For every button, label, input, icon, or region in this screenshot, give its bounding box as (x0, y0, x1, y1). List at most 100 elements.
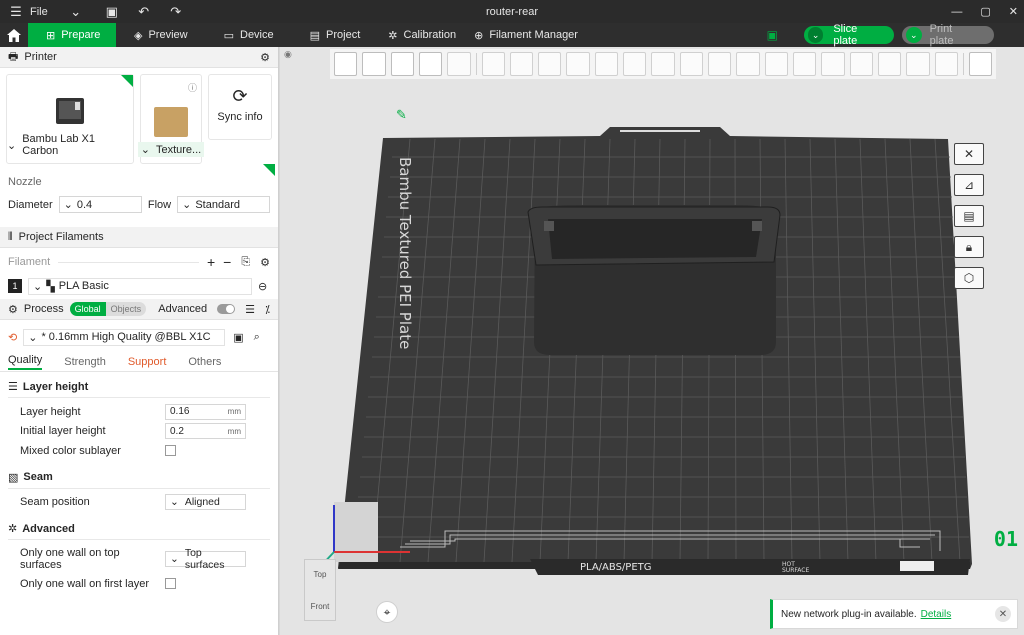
tab-strength[interactable]: Strength (64, 356, 106, 368)
process-subtabs: Quality Strength Support Others (0, 352, 278, 372)
arrange-plate-button[interactable]: ▤ (954, 205, 984, 227)
chevron-down-icon[interactable]: ⌄ (7, 139, 16, 152)
unit-label: mm (227, 426, 241, 436)
scope-toggle[interactable]: Global Objects (69, 302, 147, 316)
printer-model: Bambu Lab X1 Carbon (22, 133, 95, 157)
tab-prepare[interactable]: ⊞ Prepare (28, 23, 116, 47)
lock-plate-button[interactable]: 🔒︎ (954, 236, 984, 258)
layer-height-input[interactable]: 0.16 mm (165, 403, 246, 420)
calibration-icon: ✲ (388, 29, 398, 42)
orient-plate-button[interactable]: ⊿ (954, 174, 984, 196)
home-icon (7, 28, 21, 42)
tab-quality[interactable]: Quality (8, 354, 43, 370)
nozzle-title: Nozzle (8, 176, 42, 188)
tab-project[interactable]: ▤ Project (292, 23, 379, 47)
tab-support[interactable]: Support (128, 356, 167, 368)
section-title: Project Filaments (18, 231, 104, 243)
tab-filament-manager[interactable]: ⊕ Filament Manager (466, 23, 586, 47)
chevron-down-icon[interactable]: ⌄ (68, 4, 84, 20)
project-icon: ▤ (309, 29, 321, 42)
maximize-icon[interactable]: ▢ (980, 5, 990, 18)
scope-global[interactable]: Global (69, 302, 106, 316)
filament-header: Filament + − ⎘ ⚙ (0, 251, 278, 273)
process-section-header: ⚙ Process Global Objects Advanced ☰ ⁒ (0, 299, 278, 320)
plate-settings-button[interactable]: ⬡ (954, 267, 984, 289)
plate-side-tools: ✕ ⊿ ▤ 🔒︎ ⬡ (954, 143, 984, 289)
more-icon[interactable]: ⊖ (258, 280, 267, 293)
filament-sync-icon[interactable]: ⎘ (241, 256, 250, 269)
build-plate-scene[interactable]: Bambu Textured PEI Plate PLA/ABS/PETG HO… (280, 47, 1024, 635)
file-menu[interactable]: ☰ File ⌄ ▣ ↶ ↷ (0, 4, 184, 20)
remove-icon[interactable]: − (223, 254, 231, 270)
view-cube[interactable]: Top Front (304, 559, 336, 621)
info-icon[interactable]: ⓘ (188, 81, 197, 94)
toast-details-link[interactable]: Details (921, 609, 952, 620)
scope-objects[interactable]: Objects (105, 302, 147, 316)
tab-label: Project (326, 29, 361, 41)
plate-toggle-icon[interactable]: ▣ (767, 28, 778, 42)
notification-toast: New network plug-in available. Details ✕ (770, 599, 1018, 629)
close-icon[interactable]: ✕ (1009, 5, 1018, 18)
device-icon: ▭ (223, 29, 234, 42)
sync-info-button[interactable]: ⟳ Sync info (207, 74, 272, 140)
tab-calibration[interactable]: ✲ Calibration (378, 23, 466, 47)
one-wall-first-layer-checkbox[interactable] (165, 578, 176, 590)
filaments-section-header: ⫴ Project Filaments (0, 227, 278, 248)
process-preset-select[interactable]: ⌄ * 0.16mm High Quality @BBL X1C (23, 328, 226, 346)
layers-icon: ◈ (134, 29, 143, 42)
undo-icon[interactable]: ↶ (136, 4, 152, 20)
flow-value: Standard (195, 198, 240, 211)
print-plate-button[interactable]: ⌄ Print plate (902, 23, 994, 47)
filament-select[interactable]: ⌄ ▚ PLA Basic (28, 277, 252, 295)
list-icon[interactable]: ☰ (245, 303, 255, 316)
chevron-down-icon[interactable]: ⌄ (906, 27, 922, 43)
printer-model-card[interactable]: ⌄ Bambu Lab X1 Carbon (6, 74, 134, 164)
plate-type-card[interactable]: ⓘ ⌄ Texture... (137, 74, 205, 164)
filament-header-label: Filament (8, 256, 51, 268)
param-label: Initial layer height (20, 425, 106, 438)
tab-device[interactable]: ▭ Device (206, 23, 292, 47)
flow-select[interactable]: ⌄ Standard (177, 196, 270, 213)
filament-item[interactable]: 1 ⌄ ▚ PLA Basic ⊖ (0, 275, 278, 297)
diameter-select[interactable]: ⌄ 0.4 (58, 196, 142, 213)
close-icon[interactable]: ✕ (995, 606, 1011, 622)
minimize-icon[interactable]: — (951, 6, 962, 18)
save-icon[interactable]: ▣ (104, 4, 120, 20)
home-button[interactable] (0, 23, 28, 47)
zoom-to-fit-button[interactable]: ⌖ (376, 601, 398, 623)
printer-cards: ⌄ Bambu Lab X1 Carbon ⓘ ⌄ Texture... ⟳ Syn… (0, 68, 278, 164)
chevron-down-icon[interactable]: ⌄ (808, 27, 824, 43)
section-title: Printer (24, 51, 57, 63)
slice-plate-button[interactable]: ⌄ Slice plate (804, 23, 894, 47)
one-wall-top-select[interactable]: ⌄ Top surfaces (165, 547, 246, 571)
tab-preview[interactable]: ◈ Preview (116, 23, 206, 47)
gear-icon[interactable]: ⚙ (260, 256, 270, 269)
compare-icon[interactable]: ⁒ (265, 303, 270, 316)
gear-icon[interactable]: ⚙ (260, 51, 270, 64)
mixed-color-checkbox[interactable] (165, 445, 176, 457)
param-mixed-color-sublayer: Mixed color sublayer (8, 441, 270, 461)
delete-plate-button[interactable]: ✕ (954, 143, 984, 165)
tab-label: Calibration (403, 29, 457, 41)
initial-layer-height-input[interactable]: 0.2 mm (165, 423, 246, 440)
print-plate-label: Print plate (929, 23, 954, 47)
chevron-down-icon: ⌄ (28, 331, 38, 344)
tab-others[interactable]: Others (188, 356, 221, 368)
tab-label: Prepare (61, 29, 101, 41)
unit-label: mm (227, 407, 241, 417)
3d-viewport[interactable]: ◉ ✎ Bambu Textured PEI Plate PLA/ABS/PET… (280, 47, 1024, 635)
reset-icon[interactable]: ⟲ (8, 331, 17, 344)
param-seam-position: Seam position ⌄ Aligned (8, 493, 270, 513)
seam-position-select[interactable]: ⌄ Aligned (165, 494, 246, 511)
filament-manager-icon: ⊕ (474, 29, 484, 42)
redo-icon[interactable]: ↷ (168, 4, 184, 20)
group-layer-height: ☰ Layer height Layer height 0.16 mm Initia… (0, 376, 278, 461)
chevron-down-icon: ⌄ (170, 553, 179, 565)
advanced-label: Advanced (158, 303, 208, 315)
advanced-toggle[interactable] (217, 304, 236, 314)
chevron-down-icon[interactable]: ⌄ (141, 143, 150, 156)
search-icon[interactable]: ⌕ (254, 331, 260, 344)
tab-label: Preview (148, 29, 188, 41)
add-icon[interactable]: + (207, 254, 215, 270)
save-icon[interactable]: ▣ (233, 331, 243, 344)
